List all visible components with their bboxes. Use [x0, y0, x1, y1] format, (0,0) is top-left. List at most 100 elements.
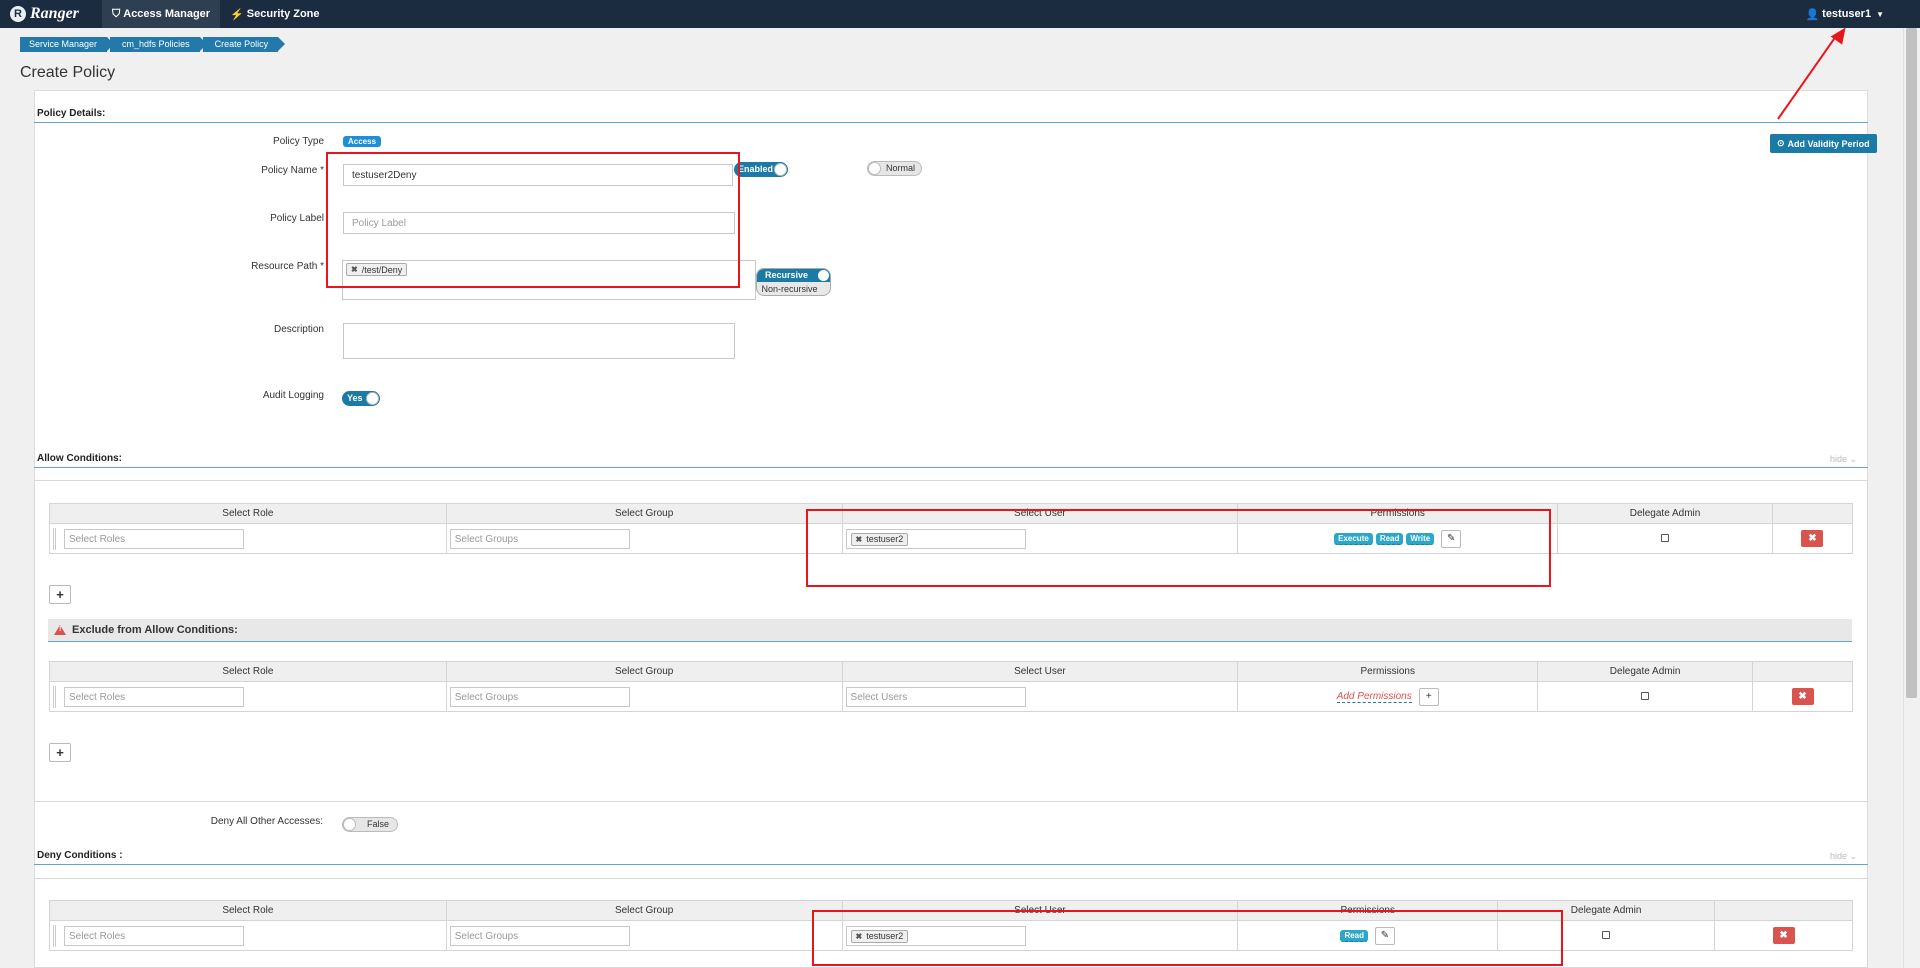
drag-handle-icon[interactable] [53, 686, 56, 708]
breadcrumb-create-policy[interactable]: Create Policy [202, 37, 285, 52]
nav-security-zone[interactable]: ⚡ Security Zone [220, 0, 329, 28]
deny-divider [34, 864, 1868, 865]
add-exclude-condition-button[interactable]: + [49, 743, 71, 762]
policy-type-label: Policy Type [273, 136, 324, 147]
add-permissions-link[interactable]: Add Permissions [1336, 691, 1412, 703]
top-navbar: R Ranger ⛉ Access Manager ⚡ Security Zon… [0, 0, 1920, 28]
col-select-role: Select Role [49, 661, 447, 682]
breadcrumb-policies[interactable]: cm_hdfs Policies [110, 37, 207, 52]
annotation-box-policy-fields [326, 152, 740, 288]
delete-condition-button[interactable]: ✖ [1791, 688, 1814, 705]
group-cell: Select Groups [445, 523, 843, 554]
caret-down-icon: ▼ [1876, 9, 1884, 19]
delete-condition-button[interactable]: ✖ [1772, 927, 1795, 944]
col-actions [1714, 900, 1853, 921]
deny-hide-link[interactable]: hide ⌄ [1830, 851, 1857, 862]
col-select-group: Select Group [445, 661, 843, 682]
description-label: Description [273, 324, 324, 335]
deny-conditions-title: Deny Conditions : [37, 850, 123, 861]
nav-security-zone-label: Security Zone [246, 8, 320, 20]
ranger-logo-icon: R [10, 6, 26, 22]
deny-all-toggle[interactable]: False [342, 817, 398, 832]
non-recursive-option: Non-recursive [761, 284, 818, 294]
shield-icon: ⛉ [112, 7, 121, 20]
policy-priority-toggle[interactable]: Normal [867, 161, 922, 176]
toggle-knob [366, 392, 379, 405]
resource-path-label: Resource Path * [251, 261, 324, 272]
policy-details-divider [34, 122, 1868, 123]
user-menu[interactable]: 👤 testuser1 ▼ [1805, 0, 1884, 28]
select-roles-input[interactable]: Select Roles [64, 529, 244, 549]
exclude-conditions-title: Exclude from Allow Conditions: [72, 624, 238, 636]
allow-divider [34, 467, 1868, 468]
nav-access-manager[interactable]: ⛉ Access Manager [102, 0, 221, 28]
zone-icon: ⚡ [230, 8, 244, 21]
select-groups-placeholder: Select Groups [454, 533, 519, 545]
select-roles-placeholder: Select Roles [69, 930, 126, 942]
toggle-knob [818, 270, 829, 281]
select-users-input[interactable]: Select Users [845, 687, 1026, 707]
audit-logging-toggle[interactable]: Yes [342, 391, 380, 406]
role-cell: Select Roles [49, 681, 447, 712]
clock-icon: ⊙ [1777, 138, 1785, 148]
col-actions [1752, 661, 1853, 682]
delete-condition-button[interactable]: ✖ [1801, 530, 1824, 547]
col-select-role: Select Role [49, 900, 447, 921]
ranger-logo[interactable]: R Ranger [0, 0, 102, 28]
warning-icon: ! [54, 625, 66, 635]
select-groups-input[interactable]: Select Groups [449, 926, 630, 946]
col-select-user: Select User [841, 661, 1239, 682]
enabled-label: Enabled [738, 164, 774, 174]
drag-handle-icon[interactable] [53, 528, 56, 550]
delegate-admin-checkbox[interactable] [1661, 533, 1670, 542]
add-validity-period-button[interactable]: ⊙ Add Validity Period [1770, 134, 1877, 153]
page-scrollbar[interactable] [1903, 28, 1920, 968]
breadcrumb: Service Manager cm_hdfs Policies Create … [20, 37, 285, 52]
annotation-box-deny-user [812, 910, 1563, 966]
normal-label: Normal [886, 163, 916, 173]
permissions-cell: Add Permissions + [1237, 681, 1539, 712]
delegate-cell [1537, 681, 1754, 712]
select-users-placeholder: Select Users [850, 691, 908, 703]
recursive-toggle[interactable]: Recursive Non-recursive [756, 268, 831, 296]
col-delegate-admin: Delegate Admin [1537, 661, 1754, 682]
exclude-conditions-header: ! Exclude from Allow Conditions: [48, 619, 1852, 642]
delegate-cell [1557, 523, 1773, 554]
user-name: testuser1 [1822, 8, 1872, 20]
brand-name: Ranger [30, 5, 79, 22]
policy-enabled-toggle[interactable]: Enabled [734, 162, 788, 177]
select-roles-placeholder: Select Roles [69, 691, 126, 703]
user-icon: 👤 [1805, 8, 1820, 21]
audit-logging-label: Audit Logging [262, 390, 324, 401]
delegate-admin-checkbox[interactable] [1602, 930, 1611, 939]
policy-type-badge: Access [343, 136, 382, 147]
toggle-knob [868, 162, 881, 175]
toggle-knob [774, 163, 787, 176]
group-cell: Select Groups [445, 681, 843, 712]
remove-icon: ✖ [1808, 533, 1817, 544]
plus-icon: + [56, 745, 64, 760]
col-permissions: Permissions [1237, 661, 1539, 682]
select-groups-placeholder: Select Groups [454, 930, 519, 942]
select-groups-input[interactable]: Select Groups [449, 529, 630, 549]
policy-name-label: Policy Name * [261, 165, 324, 176]
actions-cell: ✖ [1771, 523, 1854, 554]
permissions-list[interactable]: Add Permissions + [1238, 687, 1537, 706]
description-textarea[interactable] [343, 323, 735, 359]
col-select-group: Select Group [445, 900, 843, 921]
scrollbar-thumb[interactable] [1906, 28, 1917, 698]
select-roles-input[interactable]: Select Roles [64, 926, 244, 946]
policy-label-label: Policy Label [270, 213, 324, 224]
drag-handle-icon[interactable] [53, 925, 56, 947]
select-roles-input[interactable]: Select Roles [64, 687, 244, 707]
col-select-group: Select Group [445, 503, 843, 524]
audit-logging-value: Yes [347, 393, 363, 403]
select-groups-input[interactable]: Select Groups [449, 687, 630, 707]
allow-hide-link[interactable]: hide ⌄ [1830, 454, 1857, 465]
delegate-admin-checkbox[interactable] [1641, 691, 1650, 700]
col-actions [1771, 503, 1854, 524]
add-permissions-button[interactable]: + [1418, 687, 1439, 706]
role-cell: Select Roles [49, 920, 447, 951]
breadcrumb-service-manager[interactable]: Service Manager [20, 37, 115, 52]
add-allow-condition-button[interactable]: + [49, 585, 71, 604]
